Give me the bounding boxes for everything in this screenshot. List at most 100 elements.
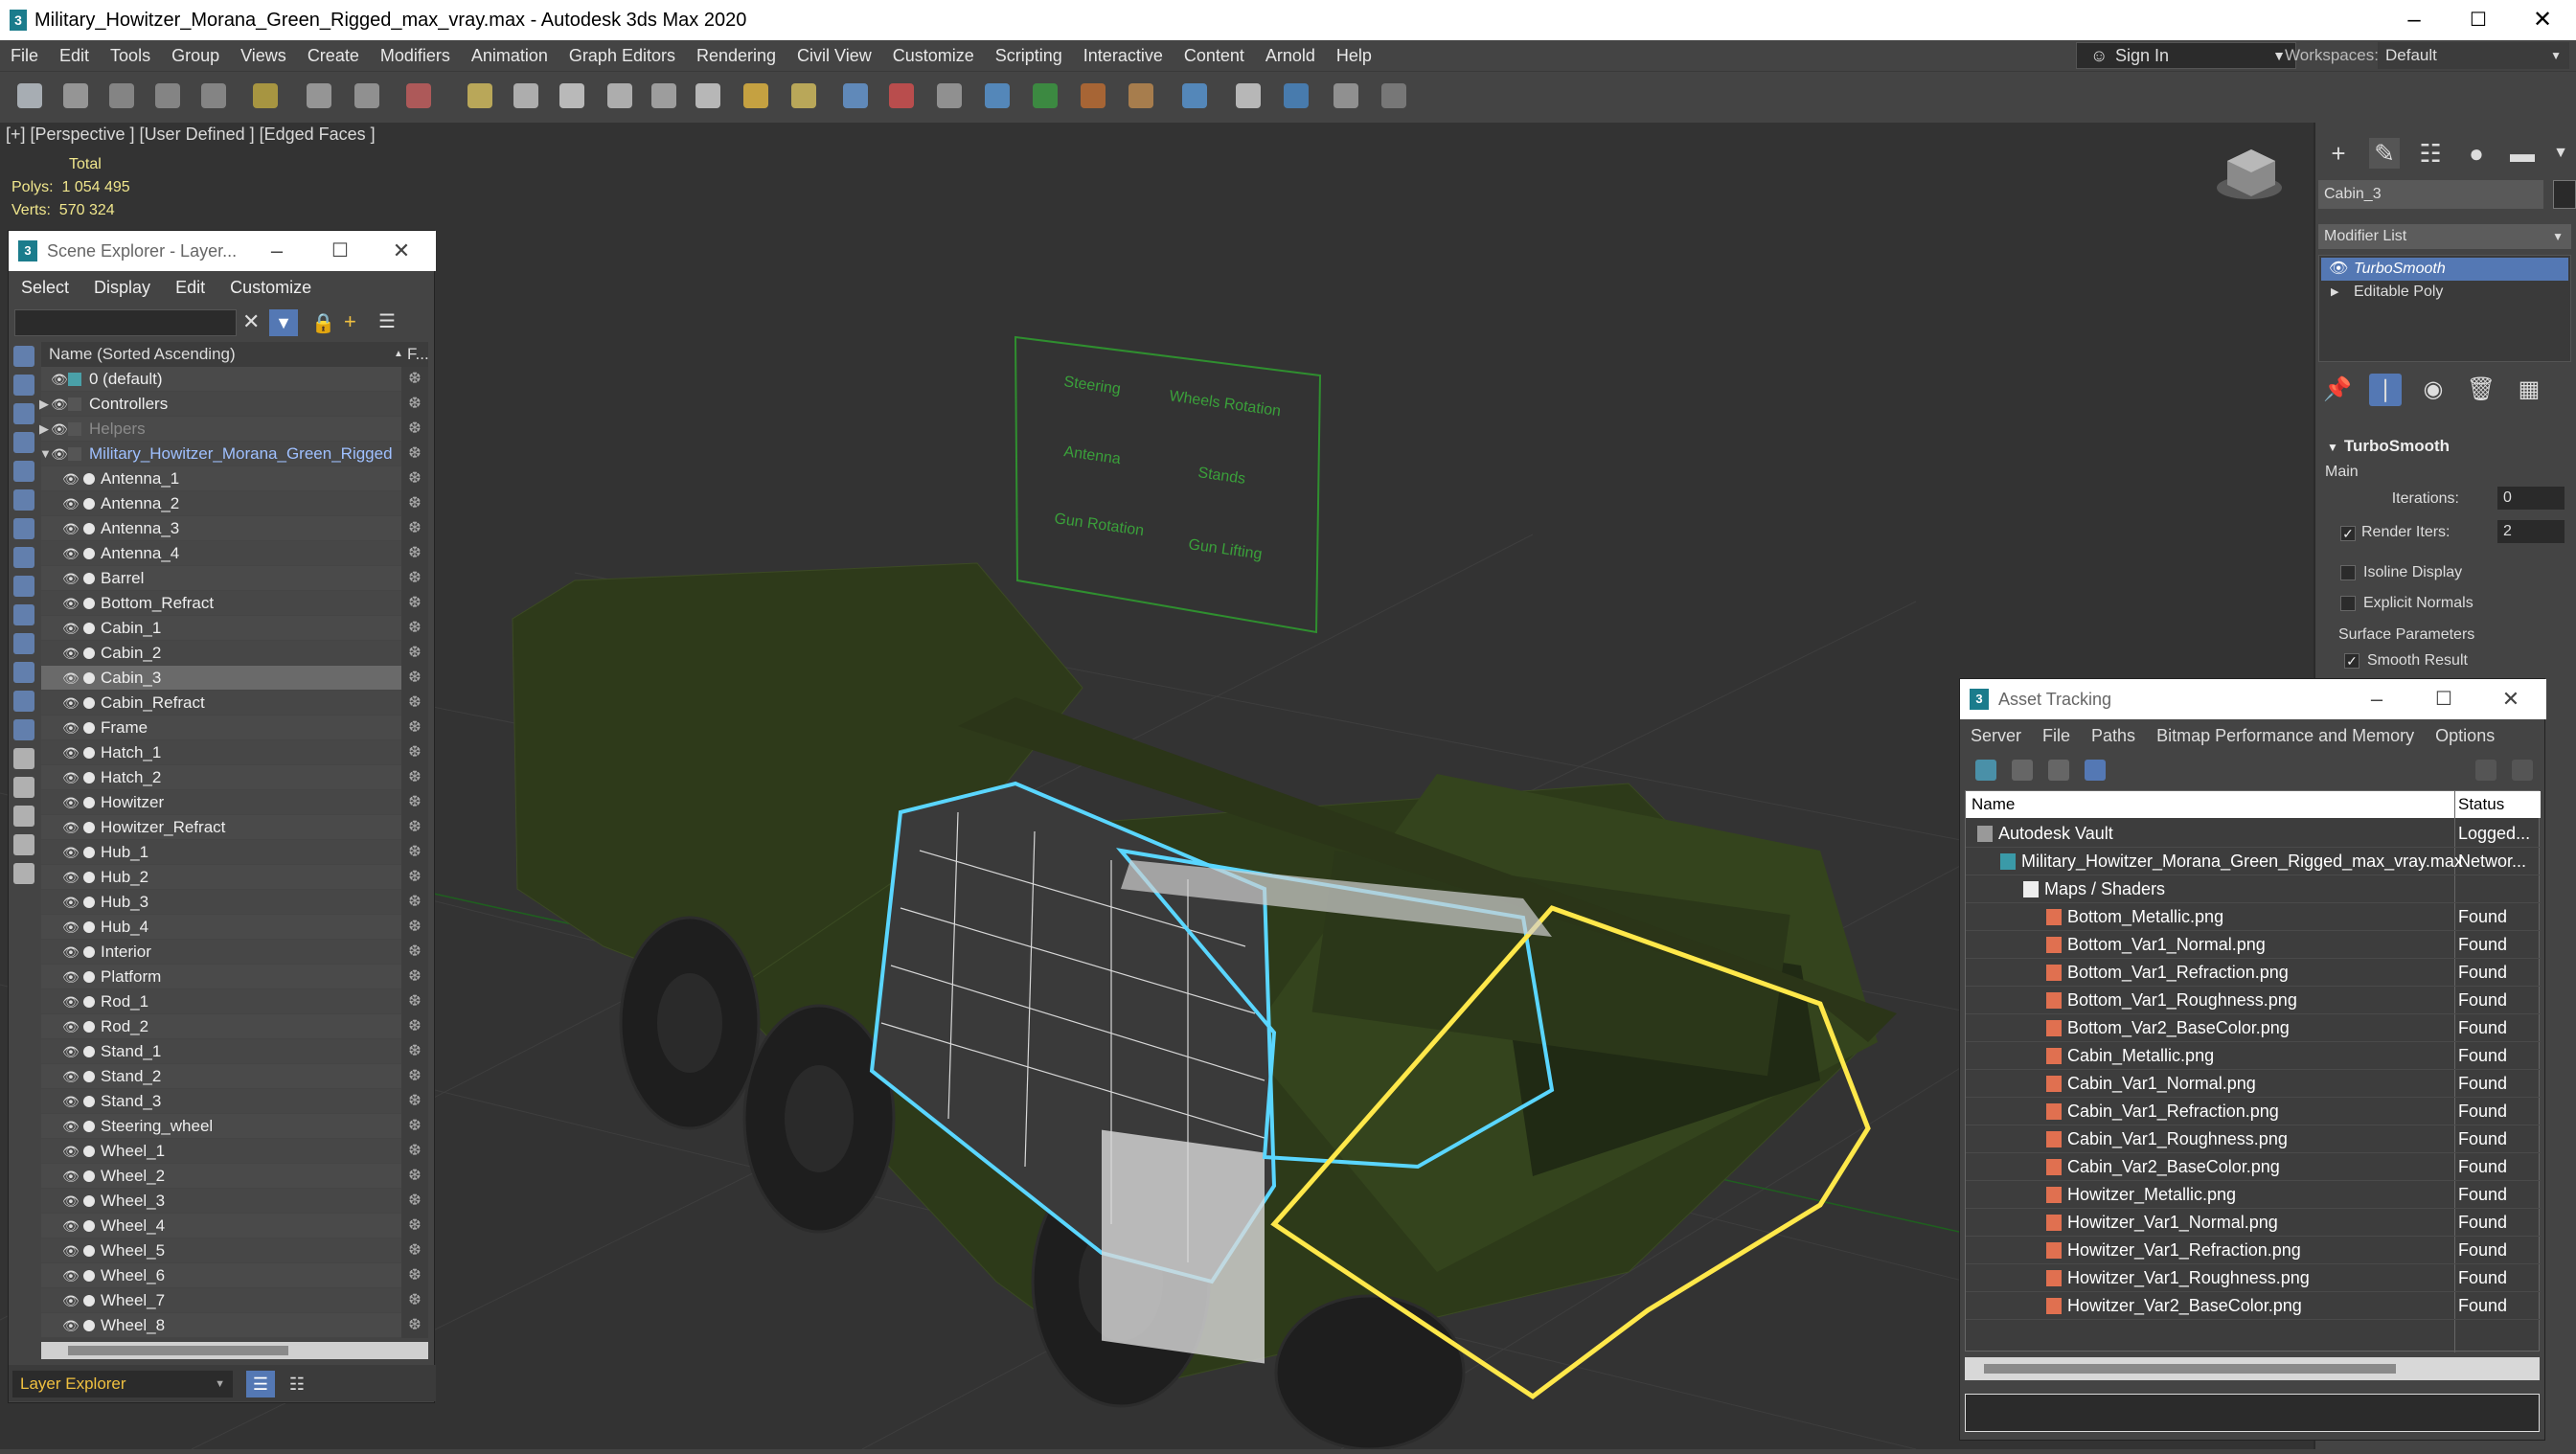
display-tab-icon[interactable]: ▬ — [2507, 138, 2538, 169]
freeze-snowflake-icon[interactable]: ❆ — [401, 1214, 428, 1238]
freeze-snowflake-icon[interactable]: ❆ — [401, 666, 428, 691]
eye-icon[interactable]: 👁 — [62, 1043, 83, 1060]
toolbar-tool-13-icon[interactable] — [607, 83, 632, 108]
remove-modifier-trash-icon[interactable]: 🗑 — [2465, 374, 2497, 406]
explorer-type-dropdown[interactable]: Layer Explorer ▼ — [12, 1371, 233, 1397]
menu-interactive[interactable]: Interactive — [1073, 46, 1174, 66]
toolbar-tool-26-icon[interactable] — [1236, 83, 1261, 108]
asset-row[interactable]: Cabin_Var1_Refraction.png Found — [1966, 1098, 2541, 1125]
tree-row[interactable]: 👁 Platform ❆ — [41, 965, 428, 989]
toolbar-tool-24-icon[interactable] — [1128, 83, 1153, 108]
toolbar-tool-25-icon[interactable] — [1182, 83, 1207, 108]
eye-icon[interactable]: 👁 — [62, 1317, 83, 1334]
freeze-snowflake-icon[interactable]: ❆ — [401, 840, 428, 865]
eye-icon[interactable]: 👁 — [62, 470, 83, 488]
scene-explorer-search-input[interactable] — [14, 309, 237, 336]
minimize-icon[interactable]: – — [2343, 679, 2410, 719]
tree-row[interactable]: 👁 Wheel_5 ❆ — [41, 1238, 428, 1263]
tree-row[interactable]: 👁 Wheel_4 ❆ — [41, 1214, 428, 1238]
filter-toggle-17-icon[interactable] — [13, 806, 34, 827]
eye-icon[interactable]: 👁 — [62, 670, 83, 687]
toolbar-tool-29-icon[interactable] — [1381, 83, 1406, 108]
isoline-display-checkbox[interactable] — [2340, 565, 2356, 580]
eye-icon[interactable]: 👁 — [2329, 258, 2348, 281]
toolbar-tool-6-icon[interactable] — [253, 83, 278, 108]
collapse-triangle-icon[interactable]: ▼ — [39, 442, 52, 466]
toolbar-tool-23-icon[interactable] — [1081, 83, 1106, 108]
tree-row[interactable]: 👁 Stand_2 ❆ — [41, 1064, 428, 1089]
eye-icon[interactable]: 👁 — [62, 919, 83, 936]
stack-item-editable-poly[interactable]: ▶ Editable Poly — [2321, 281, 2568, 304]
tree-row[interactable]: 👁 Stand_3 ❆ — [41, 1089, 428, 1114]
asset-row[interactable]: Howitzer_Metallic.png Found — [1966, 1181, 2541, 1209]
eye-icon[interactable]: 👁 — [62, 719, 83, 737]
toolbar-tool-2-icon[interactable] — [63, 83, 88, 108]
toolbar-tool-17-icon[interactable] — [791, 83, 816, 108]
eye-icon[interactable]: 👁 — [62, 1018, 83, 1035]
freeze-snowflake-icon[interactable]: ❆ — [401, 616, 428, 641]
tree-row[interactable]: ▶ 👁 Helpers ❆ — [39, 417, 428, 442]
configure-sets-icon[interactable]: ▦ — [2513, 374, 2545, 406]
asset-row[interactable]: Autodesk Vault Logged... — [1966, 820, 2541, 848]
menu-help[interactable]: Help — [1326, 46, 1382, 66]
tree-row[interactable]: 👁 Cabin_Refract ❆ — [41, 691, 428, 716]
maximize-icon[interactable]: ☐ — [311, 231, 369, 271]
eye-icon[interactable]: 👁 — [62, 993, 83, 1011]
eye-icon[interactable]: 👁 — [62, 1292, 83, 1309]
filter-toggle-2-icon[interactable] — [13, 375, 34, 396]
eye-icon[interactable]: 👁 — [62, 595, 83, 612]
toolbar-tool-11-icon[interactable] — [513, 83, 538, 108]
freeze-snowflake-icon[interactable]: ❆ — [401, 1039, 428, 1064]
filter-toggle-13-icon[interactable] — [13, 691, 34, 712]
freeze-snowflake-icon[interactable]: ❆ — [401, 641, 428, 666]
make-unique-icon[interactable]: ◉ — [2417, 374, 2450, 406]
filter-toggle-14-icon[interactable] — [13, 719, 34, 740]
eye-icon[interactable]: 👁 — [62, 694, 83, 712]
refresh-icon[interactable] — [1975, 760, 1996, 781]
horizontal-scrollbar[interactable] — [1965, 1357, 2540, 1380]
tree-row[interactable]: 👁 Wheel_6 ❆ — [41, 1263, 428, 1288]
tree-row[interactable]: 👁 Interior ❆ — [41, 940, 428, 965]
menu-scripting[interactable]: Scripting — [985, 46, 1073, 66]
show-end-result-icon[interactable]: ❘ — [2369, 374, 2402, 406]
tree-row[interactable]: 👁 Wheel_8 ❆ — [41, 1313, 428, 1338]
minimize-icon[interactable]: – — [248, 231, 306, 271]
freeze-snowflake-icon[interactable]: ❆ — [401, 1014, 428, 1039]
toolbar-tool-14-icon[interactable] — [651, 83, 676, 108]
eye-icon[interactable]: 👁 — [62, 968, 83, 986]
menu-tools[interactable]: Tools — [100, 46, 161, 66]
add-layer-icon[interactable]: + — [344, 309, 356, 334]
column-status-header[interactable]: Status — [2458, 791, 2504, 818]
eye-icon[interactable]: 👁 — [62, 943, 83, 961]
freeze-snowflake-icon[interactable]: ❆ — [401, 1288, 428, 1313]
render-iters-checkbox[interactable]: ✓ — [2340, 526, 2356, 541]
create-tab-plus-icon[interactable]: + — [2323, 138, 2354, 169]
tree-row[interactable]: 👁 Cabin_2 ❆ — [41, 641, 428, 666]
toolbar-tool-3-icon[interactable] — [109, 83, 134, 108]
tree-row[interactable]: 👁 Hub_1 ❆ — [41, 840, 428, 865]
eye-icon[interactable]: 👁 — [62, 570, 83, 587]
freeze-snowflake-icon[interactable]: ❆ — [401, 765, 428, 790]
eye-icon[interactable]: 👁 — [62, 620, 83, 637]
menu-views[interactable]: Views — [230, 46, 297, 66]
asset-row[interactable]: Howitzer_Var1_Normal.png Found — [1966, 1209, 2541, 1237]
motion-tab-icon[interactable]: ● — [2461, 138, 2492, 169]
eye-icon[interactable]: 👁 — [62, 1143, 83, 1160]
eye-icon[interactable]: 👁 — [62, 1242, 83, 1260]
freeze-snowflake-icon[interactable]: ❆ — [401, 1313, 428, 1338]
scene-explorer-column-header[interactable]: Name (Sorted Ascending) ▲ F... — [41, 342, 429, 367]
eye-icon[interactable]: 👁 — [62, 520, 83, 537]
eye-icon[interactable]: 👁 — [62, 844, 83, 861]
menu-graph-editors[interactable]: Graph Editors — [559, 46, 686, 66]
tree-row[interactable]: 👁 Barrel ❆ — [41, 566, 428, 591]
asset-row[interactable]: Howitzer_Var1_Refraction.png Found — [1966, 1237, 2541, 1264]
render-iters-spinner[interactable]: 2 — [2497, 520, 2565, 543]
pin-stack-icon[interactable]: 📌 — [2321, 374, 2354, 406]
toolbar-tool-28-icon[interactable] — [1334, 83, 1358, 108]
list-view-icon[interactable] — [2012, 760, 2033, 781]
tree-row[interactable]: 👁 Wheel_2 ❆ — [41, 1164, 428, 1189]
expand-triangle-icon[interactable]: ▶ — [2331, 281, 2338, 304]
freeze-snowflake-icon[interactable]: ❆ — [401, 1064, 428, 1089]
tree-row[interactable]: 👁 0 (default) ❆ — [41, 367, 428, 392]
filter-toggle-9-icon[interactable] — [13, 576, 34, 597]
